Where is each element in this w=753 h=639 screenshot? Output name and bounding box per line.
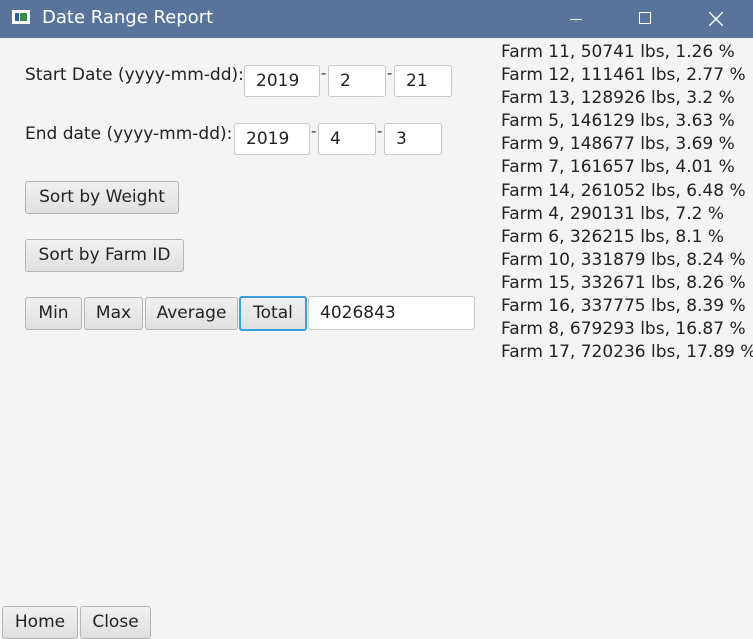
farm-list-item: Farm 16, 337775 lbs, 8.39 % — [501, 296, 746, 317]
window-title: Date Range Report — [42, 7, 214, 28]
maximize-button[interactable] — [623, 0, 669, 38]
farm-list-item: Farm 13, 128926 lbs, 3.2 % — [501, 88, 735, 109]
close-window-button[interactable] — [692, 0, 738, 38]
start-month-field[interactable] — [328, 65, 386, 97]
title-bar[interactable]: Date Range Report — [0, 0, 753, 38]
farm-list-item: Farm 15, 332671 lbs, 8.26 % — [501, 272, 746, 293]
app-window-icon — [12, 10, 30, 24]
close-icon — [709, 12, 723, 26]
farm-list: Farm 11, 50741 lbs, 1.26 % Farm 12, 11146… — [501, 41, 753, 364]
minimize-icon — [570, 19, 582, 20]
farm-list-item: Farm 10, 331879 lbs, 8.24 % — [501, 249, 746, 270]
max-button[interactable]: Max — [84, 297, 143, 330]
end-date-separator-1: - — [311, 122, 317, 140]
end-date-label: End date (yyyy-mm-dd): — [25, 124, 233, 144]
farm-list-item: Farm 17, 720236 lbs, 17.89 % — [501, 342, 753, 363]
start-date-separator-1: - — [321, 64, 327, 82]
farm-list-item: Farm 14, 261052 lbs, 6.48 % — [501, 180, 746, 201]
sort-by-weight-button[interactable]: Sort by Weight — [25, 181, 179, 214]
total-button[interactable]: Total — [239, 296, 307, 331]
home-button[interactable]: Home — [2, 606, 78, 639]
farm-list-item: Farm 5, 146129 lbs, 3.63 % — [501, 111, 735, 132]
min-button[interactable]: Min — [25, 297, 82, 330]
end-month-field[interactable] — [318, 123, 376, 155]
minimize-button[interactable] — [554, 0, 600, 38]
date-range-report-window: Date Range Report Start Date (yyyy-mm-dd… — [0, 0, 753, 639]
average-button[interactable]: Average — [145, 297, 238, 330]
farm-list-item: Farm 9, 148677 lbs, 3.69 % — [501, 134, 735, 155]
close-button[interactable]: Close — [80, 606, 151, 639]
start-day-field[interactable] — [394, 65, 452, 97]
farm-list-item: Farm 11, 50741 lbs, 1.26 % — [501, 42, 735, 62]
farm-list-item: Farm 7, 161657 lbs, 4.01 % — [501, 157, 735, 178]
end-year-field[interactable] — [234, 123, 310, 155]
end-date-separator-2: - — [377, 122, 383, 140]
start-date-separator-2: - — [387, 64, 393, 82]
sort-by-farm-id-button[interactable]: Sort by Farm ID — [25, 239, 184, 272]
farm-list-item: Farm 6, 326215 lbs, 8.1 % — [501, 226, 724, 247]
maximize-icon — [639, 12, 651, 24]
start-year-field[interactable] — [244, 65, 320, 97]
farm-list-item: Farm 4, 290131 lbs, 7.2 % — [501, 203, 724, 224]
result-value-field[interactable] — [308, 296, 475, 330]
farm-list-item: Farm 12, 111461 lbs, 2.77 % — [501, 65, 746, 86]
farm-list-item: Farm 8, 679293 lbs, 16.87 % — [501, 319, 746, 340]
start-date-label: Start Date (yyyy-mm-dd): — [25, 65, 244, 85]
end-day-field[interactable] — [384, 123, 442, 155]
